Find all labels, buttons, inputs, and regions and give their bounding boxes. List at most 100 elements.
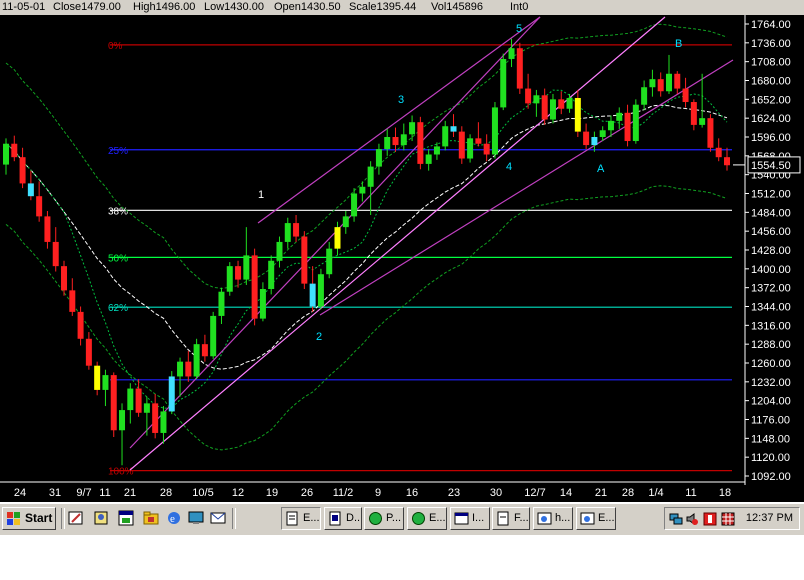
grid-app-icon[interactable] <box>721 512 735 526</box>
green-circle-icon <box>412 512 425 525</box>
candle-body <box>259 289 266 319</box>
blank-area <box>0 535 804 580</box>
candle-body <box>251 255 258 319</box>
candle-body <box>425 154 432 164</box>
candle-body <box>591 137 598 146</box>
candle-body <box>334 227 341 249</box>
candle-body <box>235 266 242 280</box>
fib-level-label: 50% <box>108 253 128 264</box>
candle-body <box>649 79 656 88</box>
candle-body <box>525 88 532 104</box>
task-button-7[interactable]: h... <box>533 507 573 530</box>
antivirus-icon[interactable] <box>703 512 717 526</box>
candle-body <box>119 410 126 431</box>
clock[interactable]: 12:37 PM <box>746 512 793 524</box>
candle-body <box>624 112 631 142</box>
info-bar: 11-05-01 Close1479.00 High1496.00 Low143… <box>0 0 804 15</box>
network-icon[interactable] <box>669 512 683 526</box>
quicklaunch-folder-icon[interactable] <box>143 510 159 526</box>
candle-body <box>674 73 681 89</box>
candle-body <box>69 290 76 312</box>
y-tick-label: 1624.00 <box>751 113 791 125</box>
wave-label: 1 <box>258 189 264 201</box>
task-button-5[interactable]: I... <box>450 507 490 530</box>
candle-body <box>276 241 283 261</box>
y-tick-label: 1428.00 <box>751 245 791 257</box>
wave-label: B <box>675 38 682 50</box>
x-tick-label: 21 <box>595 487 607 499</box>
x-tick-label: 10/5 <box>192 487 213 499</box>
candle-body <box>168 376 175 412</box>
taskbar-separator <box>232 508 236 529</box>
candle-body <box>417 122 424 164</box>
info-scale: Scale1395.44 <box>349 1 417 13</box>
x-tick-label: 19 <box>266 487 278 499</box>
y-tick-label: 1344.00 <box>751 302 791 314</box>
x-tick-label: 28 <box>160 487 172 499</box>
task-button-1[interactable]: E... <box>281 507 321 530</box>
y-tick-label: 1288.00 <box>751 339 791 351</box>
x-tick-label: 21 <box>124 487 136 499</box>
fib-level-label: 100% <box>108 467 134 478</box>
start-label: Start <box>25 511 53 525</box>
y-tick-label: 1120.00 <box>751 452 790 464</box>
x-tick-label: 12 <box>232 487 244 499</box>
task-label: P... <box>386 512 402 524</box>
candle-body <box>558 99 565 109</box>
info-low: Low1430.00 <box>204 1 264 13</box>
candle-body <box>94 365 101 390</box>
candle-body <box>616 112 623 121</box>
candle-body <box>3 143 9 165</box>
candle-body <box>36 196 43 217</box>
candle-body <box>11 143 18 158</box>
task-button-4[interactable]: E... <box>407 507 447 530</box>
candle-body <box>185 361 192 377</box>
price-chart[interactable]: 0%25%38%50%62%100%12345AB1764.001736.001… <box>0 15 804 502</box>
task-button-8[interactable]: E... <box>576 507 616 530</box>
green-circle-icon <box>369 512 382 525</box>
last-price-label: 1554.50 <box>751 160 791 172</box>
candle-body <box>152 403 159 433</box>
candle-body <box>665 73 672 92</box>
x-tick-label: 30 <box>490 487 502 499</box>
candle-body <box>326 248 333 275</box>
candle-body <box>566 97 573 109</box>
candle-body <box>392 137 399 146</box>
quicklaunch-edit-icon[interactable] <box>68 510 84 526</box>
y-tick-label: 1764.00 <box>751 19 791 31</box>
svg-text:e: e <box>170 513 175 525</box>
candle-body <box>549 99 556 120</box>
info-vol: Vol145896 <box>431 1 483 13</box>
fib-level-label: 62% <box>108 303 128 314</box>
start-button[interactable]: Start <box>2 507 56 530</box>
candle-body <box>102 375 109 390</box>
candle-body <box>293 223 300 237</box>
task-label: D... <box>346 512 362 524</box>
x-tick-label: 26 <box>301 487 313 499</box>
candle-body <box>607 120 614 131</box>
x-tick-label: 18 <box>719 487 731 499</box>
quicklaunch-window-icon[interactable] <box>118 510 134 526</box>
y-tick-label: 1092.00 <box>751 471 791 483</box>
quicklaunch-contacts-icon[interactable] <box>93 510 109 526</box>
task-button-6[interactable]: F... <box>492 507 530 530</box>
candle-body <box>508 48 515 59</box>
task-button-2[interactable]: D... <box>324 507 362 530</box>
candle-body <box>201 344 208 357</box>
candle-body <box>342 216 349 228</box>
quicklaunch-ie-icon[interactable]: e <box>166 510 182 526</box>
quicklaunch-outlook-icon[interactable] <box>210 510 226 526</box>
volume-icon[interactable] <box>685 512 699 526</box>
candle-body <box>433 146 440 155</box>
fib-level-label: 25% <box>108 146 128 157</box>
y-tick-label: 1512.00 <box>751 189 791 201</box>
y-tick-label: 1372.00 <box>751 283 791 295</box>
x-tick-label: 9/7 <box>76 487 91 499</box>
x-tick-label: 24 <box>14 487 26 499</box>
quicklaunch-desktop-icon[interactable] <box>188 510 204 526</box>
candle-body <box>442 126 449 147</box>
task-button-3[interactable]: P... <box>364 507 404 530</box>
candle-body <box>284 223 291 242</box>
candle-body <box>699 118 706 125</box>
task-label: E... <box>303 512 320 524</box>
